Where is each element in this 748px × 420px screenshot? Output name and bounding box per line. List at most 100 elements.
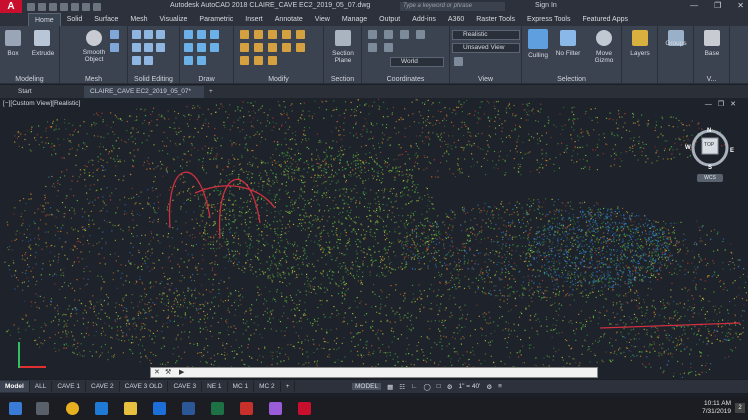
- ucs-dropdown[interactable]: World: [390, 57, 444, 67]
- layers-icon[interactable]: [632, 30, 648, 46]
- command-line[interactable]: ✕ ⚒ ▶: [150, 367, 598, 378]
- layout-tab-mc2[interactable]: MC 2: [254, 381, 281, 392]
- section-panel-title[interactable]: Section: [324, 76, 361, 83]
- base-panel-title[interactable]: V...: [694, 76, 729, 83]
- erase-icon[interactable]: [240, 56, 249, 65]
- arc-icon[interactable]: [184, 43, 193, 52]
- copy-icon[interactable]: [268, 30, 277, 39]
- word-icon[interactable]: [182, 402, 195, 415]
- undo-icon[interactable]: [82, 2, 90, 11]
- no-filter-icon[interactable]: [560, 30, 576, 46]
- drawing-tab[interactable]: CLAIRE_CAVE EC2_2019_05_07*: [84, 86, 204, 98]
- section-plane-button[interactable]: Section Plane: [326, 50, 360, 64]
- model-space-toggle[interactable]: MODEL: [352, 383, 382, 390]
- circle-icon[interactable]: [210, 30, 219, 39]
- new-icon[interactable]: [27, 2, 35, 11]
- ortho-icon[interactable]: ∟: [411, 383, 417, 390]
- draw-panel-title[interactable]: Draw: [180, 76, 233, 83]
- new-tab-icon[interactable]: +: [206, 86, 220, 98]
- view-panel-title[interactable]: View: [450, 76, 521, 83]
- groups-button[interactable]: Groups: [660, 40, 692, 47]
- explode-icon[interactable]: [296, 43, 305, 52]
- sign-in-link[interactable]: Sign In: [535, 2, 557, 9]
- thicken-icon[interactable]: [144, 43, 153, 52]
- tab-insert[interactable]: Insert: [239, 13, 269, 26]
- minimize-icon[interactable]: —: [690, 1, 698, 10]
- system-clock[interactable]: 10:11 AM 7/31/2019: [702, 400, 731, 416]
- layout-tab-ne1[interactable]: NE 1: [202, 381, 228, 392]
- tab-express-tools[interactable]: Express Tools: [521, 13, 576, 26]
- snap-icon[interactable]: ☷: [399, 383, 405, 391]
- base-button[interactable]: Base: [696, 50, 728, 57]
- layout-tab-cave3[interactable]: CAVE 3: [168, 381, 203, 392]
- layout-tab-model[interactable]: Model: [0, 381, 30, 392]
- wcs-menu[interactable]: WCS: [697, 174, 723, 182]
- save-icon[interactable]: [49, 2, 57, 11]
- tab-visualize[interactable]: Visualize: [154, 13, 194, 26]
- autocad-logo-icon[interactable]: A: [0, 0, 22, 13]
- extract-edges-icon[interactable]: [144, 56, 153, 65]
- annotation-scale[interactable]: 1" = 40': [459, 383, 481, 390]
- windows-start-icon[interactable]: [9, 402, 22, 415]
- stretch-icon[interactable]: [254, 43, 263, 52]
- tab-raster-tools[interactable]: Raster Tools: [470, 13, 521, 26]
- edge-icon[interactable]: [95, 402, 108, 415]
- rotate-icon[interactable]: [254, 30, 263, 39]
- layers-button[interactable]: Layers: [624, 50, 656, 57]
- layout-tab-all[interactable]: ALL: [30, 381, 53, 392]
- open-icon[interactable]: [38, 2, 46, 11]
- viewport-config-icon[interactable]: [454, 57, 463, 66]
- customize-status-icon[interactable]: ≡: [498, 383, 502, 390]
- tab-view[interactable]: View: [309, 13, 336, 26]
- array-icon[interactable]: [282, 43, 291, 52]
- workspace-icon[interactable]: ⚙: [447, 383, 453, 391]
- viewcube[interactable]: TOP N S W E WCS: [683, 128, 737, 182]
- layout-tab-cave2[interactable]: CAVE 2: [86, 381, 120, 392]
- grid-icon[interactable]: ▦: [387, 383, 393, 391]
- polyline-icon[interactable]: [197, 30, 206, 39]
- move-icon[interactable]: [240, 30, 249, 39]
- modeling-panel-title[interactable]: Modeling: [0, 76, 59, 83]
- visual-style-dropdown[interactable]: Realistic: [452, 30, 520, 40]
- tab-solid[interactable]: Solid: [61, 13, 89, 26]
- fillet-icon[interactable]: [268, 43, 277, 52]
- viewcube-face[interactable]: TOP: [704, 142, 714, 148]
- culling-icon[interactable]: [528, 29, 548, 49]
- union-icon[interactable]: [132, 30, 141, 39]
- polar-icon[interactable]: ◯: [423, 383, 430, 391]
- add-layout-icon[interactable]: +: [281, 381, 296, 392]
- internet-explorer-icon[interactable]: [153, 402, 166, 415]
- ucs-icon[interactable]: [368, 30, 377, 39]
- base-view-icon[interactable]: [704, 30, 720, 46]
- tab-featured-apps[interactable]: Featured Apps: [576, 13, 634, 26]
- notification-badge[interactable]: 2: [735, 403, 745, 413]
- rectangle-icon[interactable]: [197, 43, 206, 52]
- ucs-object-icon[interactable]: [384, 43, 393, 52]
- extrude-icon[interactable]: [34, 30, 50, 46]
- extrude-button[interactable]: Extrude: [28, 50, 58, 57]
- settings-icon[interactable]: ⚙: [486, 383, 492, 391]
- print-icon[interactable]: [71, 2, 79, 11]
- spline-icon[interactable]: [197, 56, 206, 65]
- tab-addins[interactable]: Add-ins: [406, 13, 442, 26]
- excel-icon[interactable]: [211, 402, 224, 415]
- tab-home[interactable]: Home: [28, 12, 61, 27]
- scale-icon[interactable]: [296, 30, 305, 39]
- drawing-viewport[interactable]: [−][Custom View][Realistic] —❐✕: [0, 98, 748, 379]
- fillet-edge-icon[interactable]: [132, 56, 141, 65]
- close-cmd-icon[interactable]: ✕: [154, 368, 160, 376]
- subtract-icon[interactable]: [144, 30, 153, 39]
- compass-south[interactable]: S: [708, 165, 712, 171]
- file-explorer-icon[interactable]: [124, 402, 137, 415]
- smooth-object-button[interactable]: Smooth Object: [76, 49, 112, 63]
- saveas-icon[interactable]: [60, 2, 68, 11]
- maps-icon[interactable]: [269, 402, 282, 415]
- tab-mesh[interactable]: Mesh: [124, 13, 153, 26]
- imprint-icon[interactable]: [156, 43, 165, 52]
- customize-icon[interactable]: ⚒: [165, 368, 171, 376]
- trim-icon[interactable]: [240, 43, 249, 52]
- tab-manage[interactable]: Manage: [336, 13, 373, 26]
- layout-tab-cave1[interactable]: CAVE 1: [52, 381, 86, 392]
- move-gizmo-icon[interactable]: [596, 30, 612, 46]
- selection-panel-title[interactable]: Selection: [522, 76, 621, 83]
